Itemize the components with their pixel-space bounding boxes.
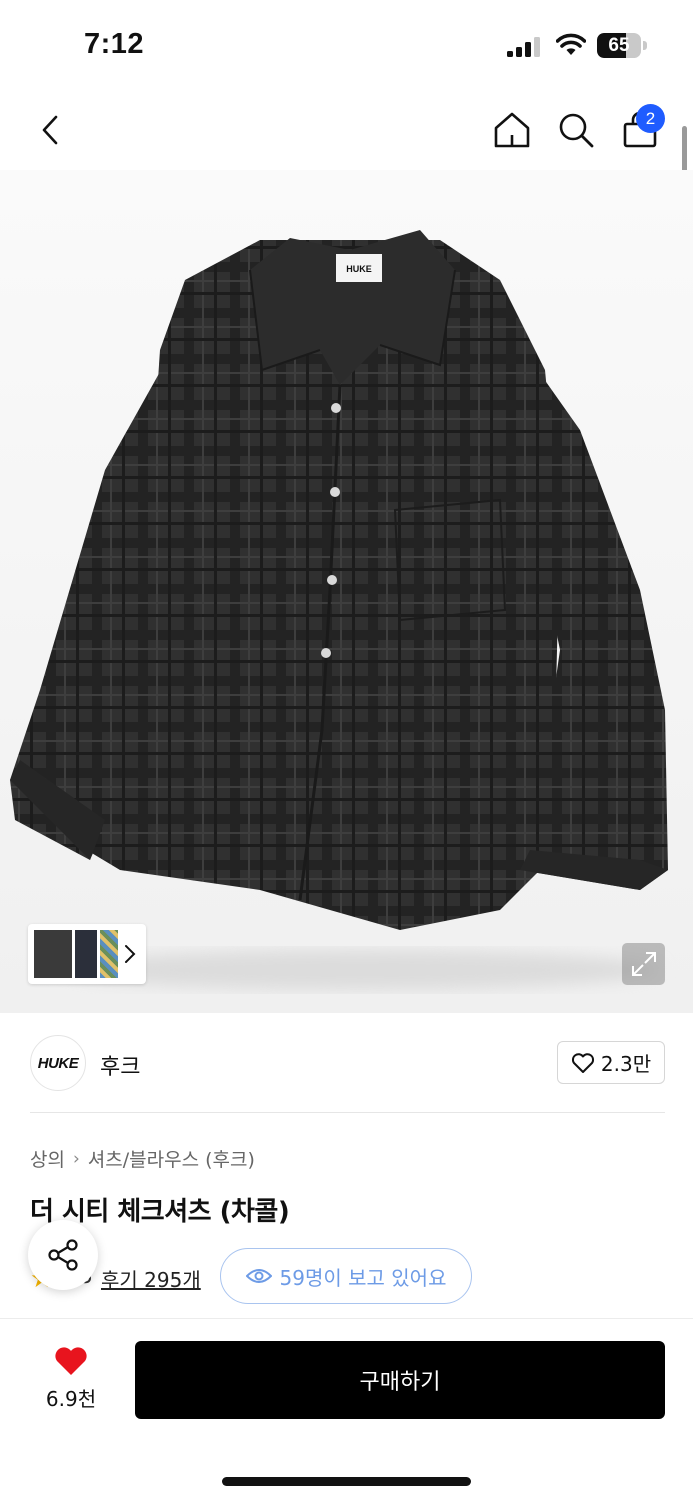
share-icon — [48, 1239, 78, 1271]
bottom-action-bar: 6.9천 구매하기 — [0, 1318, 693, 1500]
shirt-photo: HUKE — [10, 230, 668, 990]
brand-like-button[interactable]: 2.3만 — [557, 1041, 665, 1084]
cart-count-badge: 2 — [636, 104, 665, 133]
breadcrumb: 상의 › 셔츠/블라우스 (후크) — [30, 1145, 255, 1172]
brand-name[interactable]: 후크 — [100, 1049, 140, 1081]
wifi-icon — [556, 33, 586, 55]
expand-image-button[interactable] — [622, 943, 665, 985]
wishlist-count: 6.9천 — [45, 1387, 97, 1411]
thumbnail-3[interactable] — [100, 930, 118, 978]
rating-row: ★ 5 후기 295개 59명이 보고 있어요 — [0, 1248, 693, 1304]
search-icon — [559, 113, 594, 148]
breadcrumb-subcategory[interactable]: 셔츠/블라우스 (후크) — [88, 1145, 255, 1172]
brand-logo[interactable]: HUKE — [30, 1035, 86, 1091]
brand-like-count: 2.3만 — [600, 1052, 652, 1076]
thumbnail-1[interactable] — [34, 930, 72, 978]
expand-icon — [631, 952, 656, 976]
divider — [30, 1112, 665, 1113]
search-button[interactable] — [554, 108, 598, 152]
home-icon — [494, 112, 530, 148]
viewers-badge: 59명이 보고 있어요 — [220, 1248, 472, 1304]
svg-text:HUKE: HUKE — [346, 264, 372, 274]
review-link[interactable]: 후기 295개 — [101, 1264, 201, 1293]
home-indicator — [222, 1477, 471, 1486]
battery-icon: 65 — [597, 33, 649, 58]
breadcrumb-separator-icon: › — [72, 1148, 80, 1169]
wishlist-button[interactable]: 6.9천 — [32, 1345, 110, 1421]
share-button[interactable] — [28, 1220, 98, 1290]
chevron-left-icon — [42, 115, 58, 145]
status-time: 7:12 — [84, 28, 145, 60]
home-button[interactable] — [490, 108, 534, 152]
product-image[interactable]: HUKE — [0, 170, 693, 1013]
breadcrumb-category[interactable]: 상의 — [30, 1145, 65, 1172]
thumbnail-2[interactable] — [75, 930, 97, 978]
back-button[interactable] — [30, 108, 70, 152]
status-bar: 7:12 65 — [0, 0, 693, 90]
buy-button[interactable]: 구매하기 — [135, 1341, 665, 1419]
top-nav — [0, 90, 693, 170]
heart-filled-icon — [55, 1347, 87, 1375]
eye-icon — [245, 1269, 272, 1283]
viewers-text: 59명이 보고 있어요 — [279, 1265, 447, 1290]
brand-row: HUKE 후크 2.3만 — [0, 1013, 693, 1113]
battery-percent: 65 — [608, 35, 630, 56]
chevron-right-icon[interactable] — [123, 944, 137, 964]
heart-outline-icon — [571, 1052, 594, 1073]
cellular-signal-icon — [507, 37, 540, 57]
